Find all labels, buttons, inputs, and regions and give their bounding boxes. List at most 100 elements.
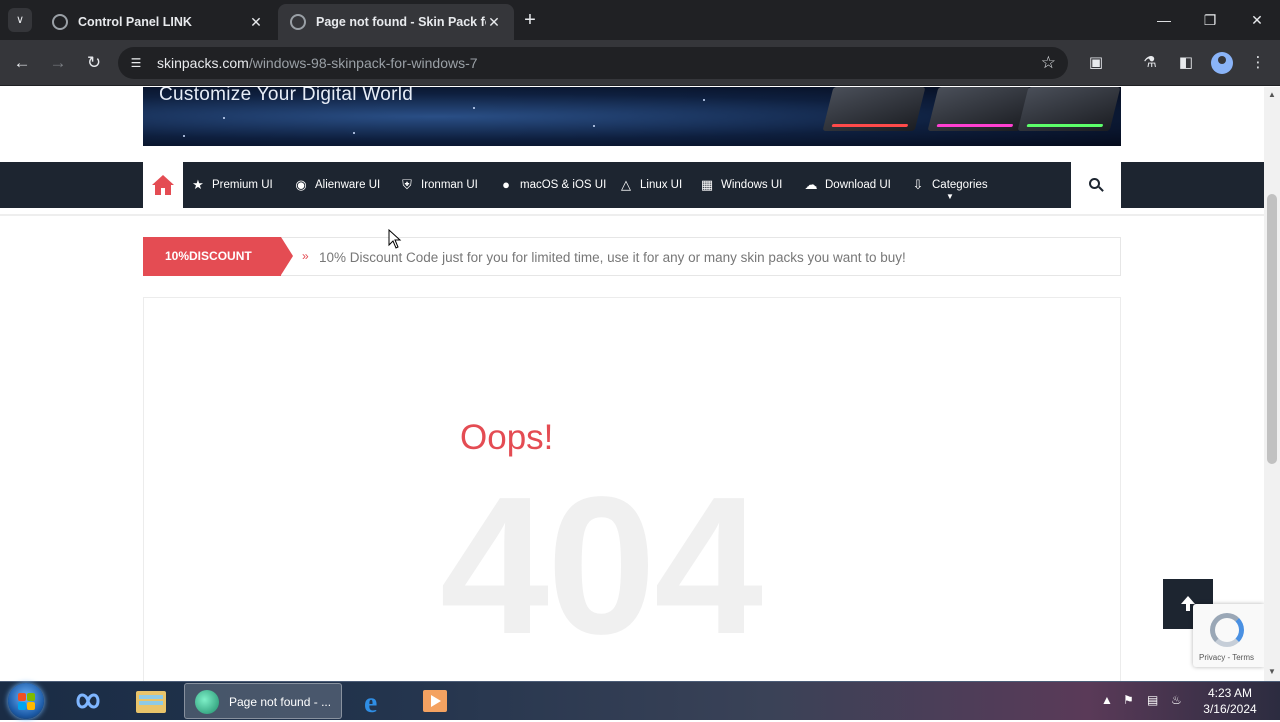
globe-icon [290,14,306,30]
forward-button[interactable]: → [46,51,70,75]
url-text[interactable]: skinpacks.com/windows-98-skinpack-for-wi… [157,55,478,71]
action-center-flag-icon[interactable]: ⚑ [1123,693,1134,707]
double-chevron-icon: » [302,249,309,263]
cloud-download-icon: ☁ [804,177,818,192]
tab-search-button[interactable]: ∨ [8,8,32,32]
tab-control-panel[interactable]: Control Panel LINK ✕ [40,4,276,40]
menu-dots-icon[interactable]: ⋮ [1247,52,1269,74]
announcement-ticker: 10%DISCOUNT » 10% Discount Code just for… [143,237,1121,276]
laptop-image [1017,87,1121,131]
network-icon[interactable]: ▤ [1147,693,1158,707]
url-domain: skinpacks.com [157,55,249,71]
tab-title: Control Panel LINK [78,15,192,29]
browser-tab-strip: ∨ Control Panel LINK ✕ Page not found - … [0,0,1280,40]
file-explorer-icon[interactable] [133,685,169,717]
search-button[interactable] [1071,162,1121,208]
restore-button[interactable]: ❐ [1187,6,1233,34]
recaptcha-badge[interactable]: Privacy - Terms [1193,604,1264,667]
tab-page-not-found[interactable]: Page not found - Skin Pack for ✕ [278,4,514,40]
close-icon[interactable]: ✕ [248,14,264,30]
laptop-image [822,87,926,131]
alien-icon: ◉ [295,177,307,192]
home-button[interactable] [143,162,183,208]
url-path: /windows-98-skinpack-for-windows-7 [248,55,478,71]
clock-date: 3/16/2024 [1203,702,1257,716]
banner-tagline: Customize Your Digital World [159,87,414,105]
volume-muted-icon[interactable]: ♨ [1171,693,1182,707]
nav-item-label: Download UI [825,179,891,191]
scroll-up-arrow-icon[interactable]: ▲ [1267,90,1277,99]
address-bar[interactable]: ☰ skinpacks.com/windows-98-skinpack-for-… [118,47,1068,79]
windows-icon: ▦ [700,177,714,192]
taskbar-item-browser[interactable]: Page not found - ... [184,683,342,719]
error-heading: Oops! [460,418,554,457]
nav-item-categories[interactable]: ⇩ Categories [910,162,988,208]
new-tab-button[interactable]: + [518,8,542,32]
star-icon: ★ [192,177,204,192]
taskbar-item-label: Page not found - ... [229,695,332,709]
nav-item-ironman-ui[interactable]: ⛨ Ironman UI [399,162,478,208]
terms-link[interactable]: Terms [1232,653,1254,662]
profile-avatar-icon[interactable] [1211,52,1233,74]
nav-item-label: Premium UI [212,179,273,191]
media-player-icon[interactable] [417,685,453,717]
recaptcha-links: Privacy - Terms [1199,653,1254,662]
nav-item-download-ui[interactable]: ☁ Download UI [803,162,891,208]
chevron-down-icon: ▼ [946,192,954,201]
close-window-button[interactable]: ✕ [1234,6,1280,34]
show-hidden-icons-icon[interactable]: ▲ [1101,693,1113,707]
infinity-app-icon[interactable] [70,685,106,717]
discount-badge[interactable]: 10%DISCOUNT [143,237,293,276]
labs-flask-icon[interactable]: ⚗ [1139,52,1161,74]
ticker-message[interactable]: 10% Discount Code just for you for limit… [319,250,906,265]
scrollbar-thumb[interactable] [1267,194,1277,464]
nav-item-linux-ui[interactable]: △ Linux UI [618,162,682,208]
apple-icon: ● [502,177,510,192]
side-panel-icon[interactable]: ◧ [1175,52,1197,74]
browser-toolbar: ← → ↻ ☰ skinpacks.com/windows-98-skinpac… [0,40,1280,86]
mouse-cursor-icon [388,229,402,249]
main-navigation: ★ Premium UI ◉ Alienware UI ⛨ Ironman UI ● m… [0,162,1264,208]
site-settings-icon[interactable]: ☰ [128,55,144,71]
nav-item-label: macOS & iOS UI [520,179,607,191]
reload-button[interactable]: ↻ [82,51,106,75]
discount-badge-label: 10%DISCOUNT [165,249,252,263]
error-card: 404 Oops! [143,297,1121,681]
privacy-link[interactable]: Privacy [1199,653,1225,662]
nav-item-windows-ui[interactable]: ▦ Windows UI [699,162,783,208]
page-viewport: Customize Your Digital World ★ Premium UI… [0,87,1264,681]
nav-item-label: Categories [932,179,988,191]
laptop-image [927,87,1031,131]
site-banner[interactable]: Customize Your Digital World [143,87,1121,146]
linux-icon: △ [621,177,631,192]
nav-item-alienware-ui[interactable]: ◉ Alienware UI [293,162,380,208]
home-icon [152,175,174,195]
minimize-button[interactable]: — [1141,6,1187,34]
nav-item-label: Linux UI [640,179,683,191]
error-code: 404 [440,456,763,675]
back-button[interactable]: ← [10,51,34,75]
nav-item-label: Alienware UI [315,179,381,191]
start-button[interactable] [8,683,44,719]
nav-item-label: Ironman UI [421,179,478,191]
nav-item-label: Windows UI [721,179,783,191]
browser-app-icon [195,690,219,714]
bookmark-star-icon[interactable]: ☆ [1041,53,1056,73]
scroll-down-arrow-icon[interactable]: ▼ [1267,667,1277,676]
nav-item-premium-ui[interactable]: ★ Premium UI [190,162,273,208]
globe-icon [52,14,68,30]
svg-text:e: e [364,686,377,717]
page-scrollbar[interactable]: ▲ ▼ [1264,87,1280,681]
internet-explorer-icon[interactable]: e [357,685,393,719]
transformer-icon: ⛨ [402,177,412,192]
tab-title: Page not found - Skin Pack for [316,15,486,29]
divider [0,214,1264,216]
system-clock[interactable]: 4:23 AM 3/16/2024 [1197,685,1263,717]
extensions-icon[interactable]: ▣ [1085,52,1107,74]
taskbar: Page not found - ... e ▲ ⚑ ▤ ♨ 4:23 AM 3… [0,681,1280,720]
close-icon[interactable]: ✕ [486,14,502,30]
recaptcha-logo-icon [1210,613,1244,647]
nav-item-macos-ios-ui[interactable]: ● macOS & iOS UI [498,162,606,208]
download-icon: ⇩ [912,177,924,192]
clock-time: 4:23 AM [1207,686,1253,700]
